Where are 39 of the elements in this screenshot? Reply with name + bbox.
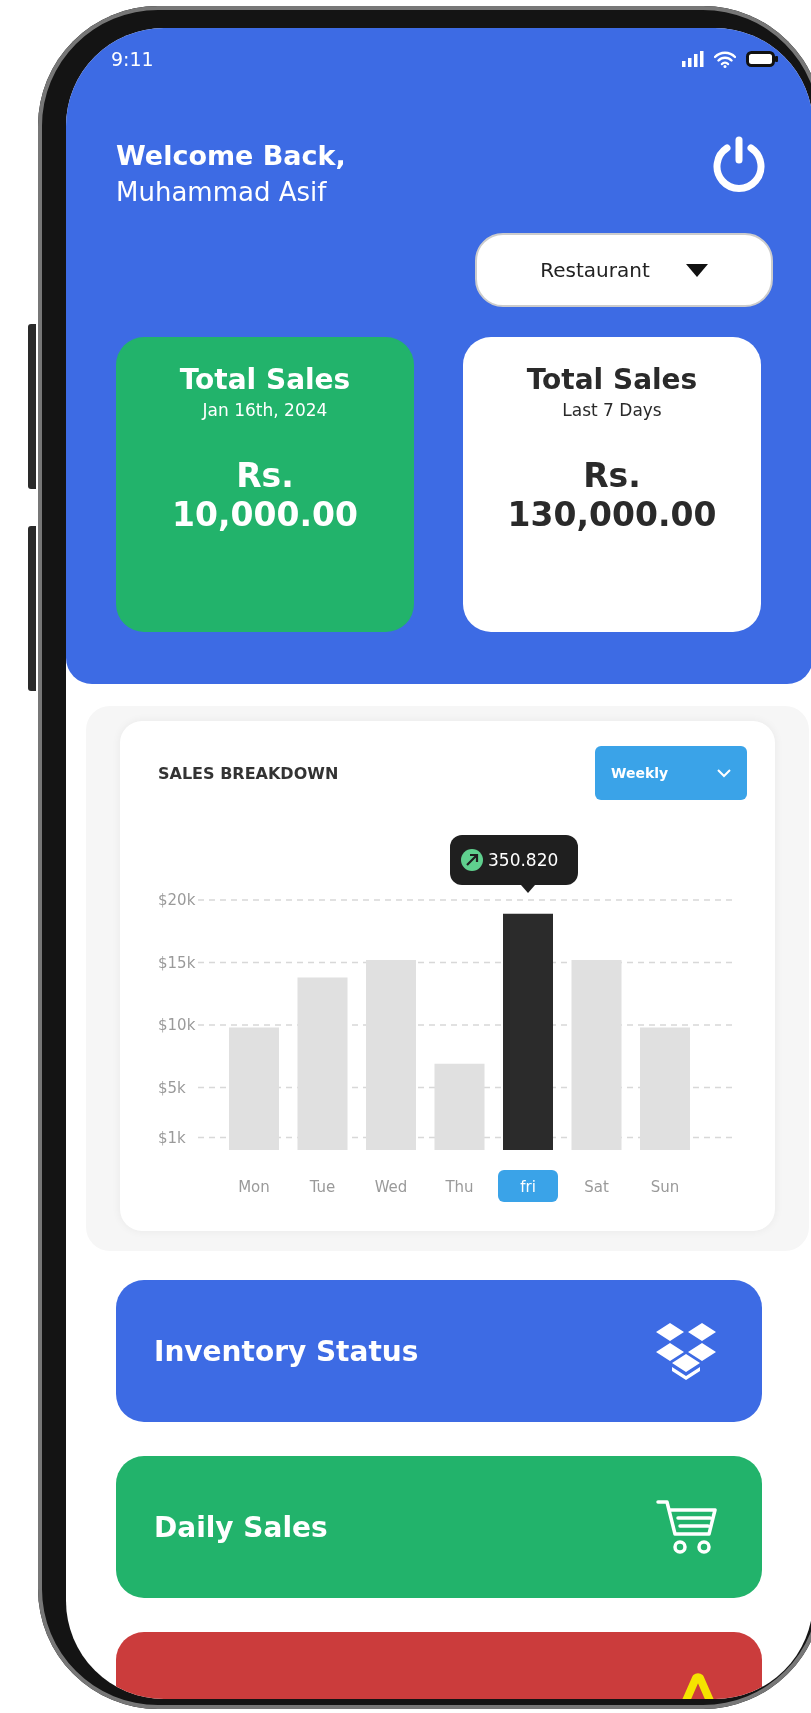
day-label[interactable]: Mon [238, 1178, 270, 1196]
card-title: Total Sales [178, 363, 352, 396]
action-label: Daily Sales [154, 1510, 328, 1544]
day-label[interactable]: Wed [374, 1178, 408, 1196]
card-period: Last 7 Days [561, 400, 663, 420]
battery-icon [746, 51, 778, 67]
day-label[interactable]: Sat [584, 1178, 609, 1196]
day-label[interactable]: fri [520, 1178, 536, 1196]
card-period: Jan 16th, 2024 [200, 400, 329, 420]
action-card[interactable]: Inventory Status [116, 1280, 762, 1422]
action-label: Inventory Status [154, 1334, 419, 1368]
business-dropdown[interactable]: Restaurant [475, 233, 773, 307]
user-name: Muhammad Asif [116, 177, 328, 207]
chevron-down-icon [717, 768, 731, 778]
day-label[interactable]: Tue [309, 1178, 336, 1196]
action-card[interactable]: Daily Sales [116, 1456, 762, 1598]
y-axis-label: $15k [158, 953, 196, 972]
caret-icon [685, 263, 708, 277]
day-label[interactable]: Sun [650, 1178, 680, 1196]
chart-title: SALES BREAKDOWN [158, 763, 339, 783]
y-axis-label: $10k [158, 1016, 196, 1034]
boxes-icon [654, 1321, 718, 1381]
y-axis-label: $20k [158, 891, 196, 909]
card-amount: 10,000.00 [171, 495, 359, 534]
status-time: 9:11 [111, 48, 154, 70]
card-title: Total Sales [525, 363, 699, 396]
cart-icon [656, 1498, 718, 1556]
y-axis-label: $5k [158, 1078, 186, 1097]
value-tooltip: 350.820 [450, 835, 578, 893]
y-axis-label: $1k [158, 1128, 186, 1147]
signal-icon [682, 51, 704, 67]
day-highlight [498, 1170, 558, 1202]
wifi-icon [714, 50, 736, 68]
card-amount: 130,000.00 [506, 495, 718, 534]
period-dropdown[interactable]: Weekly [595, 746, 747, 800]
greeting-text: Welcome Back, [116, 140, 346, 171]
card-currency: Rs. [582, 456, 642, 495]
card-currency: Rs. [235, 456, 295, 495]
day-label[interactable]: Thu [445, 1178, 474, 1196]
